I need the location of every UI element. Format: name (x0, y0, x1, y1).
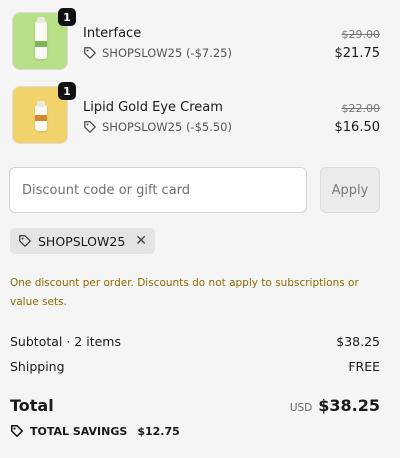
tag-icon (84, 121, 96, 133)
discount-code-input[interactable] (9, 167, 307, 213)
total-savings: TOTAL SAVINGS $12.75 (10, 424, 180, 438)
total-value: $38.25 (318, 396, 380, 415)
applied-code-label: SHOPSLOW25 (38, 233, 126, 249)
subtotal-value: $38.25 (336, 334, 380, 349)
original-price: $22.00 (341, 102, 381, 115)
discounted-price: $16.50 (334, 120, 381, 135)
applied-discount-chip: SHOPSLOW25 ✕ (10, 228, 156, 254)
item-discount-label: SHOPSLOW25 (-$5.50) (102, 120, 232, 134)
subtotal-label: Subtotal · 2 items (10, 334, 121, 349)
product-name: Interface (83, 26, 142, 41)
item-discount-label: SHOPSLOW25 (-$7.25) (102, 46, 232, 60)
close-icon[interactable]: ✕ (135, 234, 147, 248)
shipping-row: Shipping FREE (10, 359, 380, 374)
total-amount: USD $38.25 (290, 396, 380, 415)
savings-label: TOTAL SAVINGS (30, 424, 128, 438)
quantity-badge: 1 (58, 82, 76, 100)
discounted-price: $21.75 (334, 46, 381, 61)
quantity-badge: 1 (58, 8, 76, 26)
subtotal-row: Subtotal · 2 items $38.25 (10, 334, 380, 349)
original-price: $29.00 (341, 28, 381, 41)
apply-button[interactable]: Apply (320, 167, 380, 213)
line-item-interface: 1 Interface SHOPSLOW25 (-$7.25) $29.00 $… (10, 8, 382, 72)
discount-notice: One discount per order. Discounts do not… (10, 277, 359, 308)
product-name: Lipid Gold Eye Cream (83, 100, 223, 115)
shipping-value: FREE (348, 359, 380, 374)
tag-icon (19, 235, 31, 247)
savings-value: $12.75 (137, 424, 180, 438)
currency-code: USD (289, 402, 313, 414)
line-item-lipid-gold-eye-cream: 1 Lipid Gold Eye Cream SHOPSLOW25 (-$5.5… (10, 82, 382, 146)
item-discount: SHOPSLOW25 (-$7.25) (83, 46, 232, 60)
shipping-label: Shipping (10, 359, 65, 374)
tag-icon (10, 424, 24, 438)
tag-icon (84, 47, 96, 59)
item-discount: SHOPSLOW25 (-$5.50) (83, 120, 232, 134)
total-label: Total (10, 396, 54, 415)
